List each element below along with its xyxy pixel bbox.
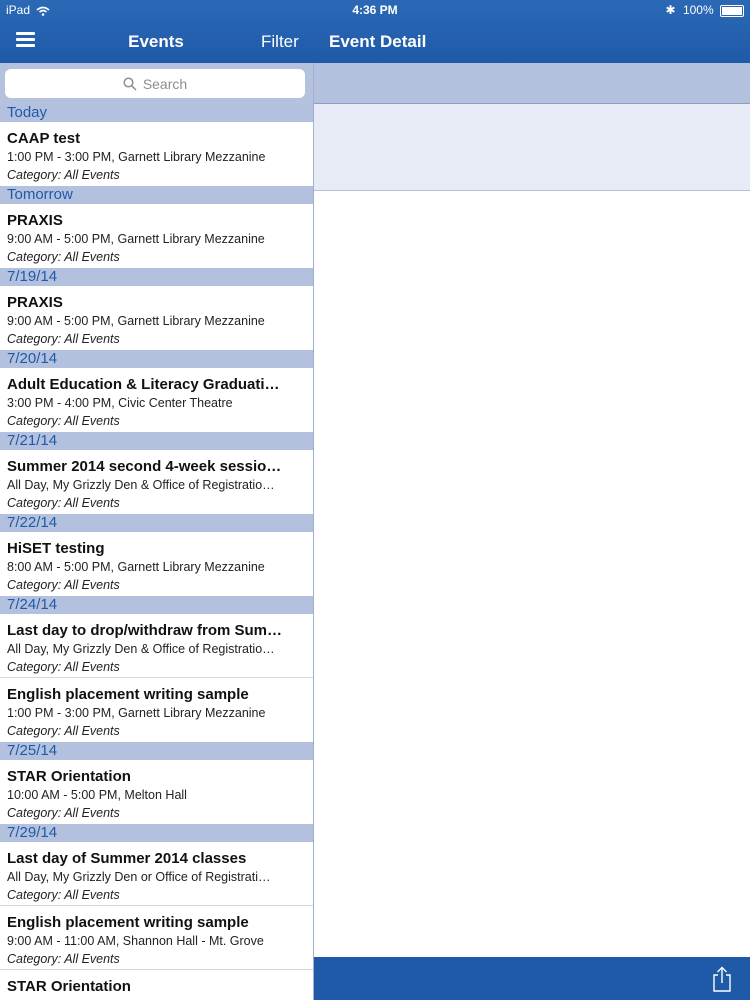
event-title: STAR Orientation: [7, 768, 131, 785]
event-row[interactable]: STAR Orientation 10:00 AM - 5:00 PM, Melt…: [0, 760, 313, 824]
event-time-location: 3:00 PM - 4:00 PM, Civic Center Theatre: [7, 396, 233, 410]
battery-icon: [720, 4, 744, 17]
status-battery: ✱ 100%: [666, 3, 744, 17]
event-category: Category: All Events: [7, 332, 120, 346]
event-category: Category: All Events: [7, 414, 120, 428]
event-time-location: 10:00 AM - 5:00 PM, Melton Hall: [7, 788, 187, 802]
event-time-location: 9:00 AM - 5:00 PM, Garnett Library Mezza…: [7, 314, 265, 328]
search-input[interactable]: Search: [5, 69, 305, 98]
event-time-location: 8:00 AM - 5:00 PM, Garnett Library Mezza…: [7, 560, 265, 574]
bluetooth-icon: ✱: [665, 3, 676, 17]
section-header: Today: [0, 104, 313, 122]
battery-percent: 100%: [682, 3, 714, 17]
event-title: Last day to drop/withdraw from Sum…: [7, 622, 283, 639]
event-category: Category: All Events: [7, 660, 120, 674]
detail-toolbar: [314, 957, 750, 1000]
event-title: CAAP test: [7, 130, 81, 147]
event-category: Category: All Events: [7, 888, 120, 902]
top-bar: iPad 4:36 PM ✱ 100% Events Filter Event …: [0, 0, 750, 63]
event-title: PRAXIS: [7, 212, 63, 229]
event-row[interactable]: PRAXIS 9:00 AM - 5:00 PM, Garnett Library…: [0, 204, 313, 268]
event-row[interactable]: HiSET testing 8:00 AM - 5:00 PM, Garnett …: [0, 532, 313, 596]
event-title: Summer 2014 second 4-week sessio…: [7, 458, 282, 475]
event-row[interactable]: PRAXIS 9:00 AM - 5:00 PM, Garnett Library…: [0, 286, 313, 350]
event-title: STAR Orientation: [7, 978, 131, 995]
event-category: Category: All Events: [7, 952, 120, 966]
section-header: 7/22/14: [0, 514, 313, 532]
event-time-location: 9:00 AM - 11:00 AM, Shannon Hall - Mt. G…: [7, 934, 264, 948]
event-detail-title: Event Detail: [329, 32, 427, 51]
search-placeholder: Search: [142, 75, 188, 92]
section-header: 7/29/14: [0, 824, 313, 842]
event-title: Adult Education & Literacy Graduati…: [7, 376, 280, 393]
event-category: Category: All Events: [7, 724, 120, 738]
event-time-location: 1:00 PM - 3:00 PM, Garnett Library Mezza…: [7, 706, 266, 720]
event-title: Last day of Summer 2014 classes: [7, 850, 247, 867]
event-category: Category: All Events: [7, 806, 120, 820]
event-category: Category: All Events: [7, 496, 120, 510]
event-category: Category: All Events: [7, 250, 120, 264]
event-title: English placement writing sample: [7, 686, 249, 703]
detail-header-band: [314, 63, 750, 104]
event-category: Category: All Events: [7, 578, 120, 592]
event-row[interactable]: Summer 2014 second 4-week sessio… All Day…: [0, 450, 313, 514]
section-header: 7/19/14: [0, 268, 313, 286]
filter-button[interactable]: Filter: [261, 32, 299, 52]
section-header: 7/24/14: [0, 596, 313, 614]
event-time-location: All Day, My Grizzly Den & Office of Regi…: [7, 642, 275, 656]
detail-info-band: [314, 104, 750, 191]
event-list[interactable]: Today CAAP test 1:00 PM - 3:00 PM, Garnett…: [0, 104, 313, 1000]
section-header: 7/25/14: [0, 742, 313, 760]
event-category: Category: All Events: [7, 168, 120, 182]
search-icon: [123, 76, 137, 91]
event-row[interactable]: STAR Orientation: [0, 970, 313, 1000]
event-title: English placement writing sample: [7, 914, 249, 931]
event-title: HiSET testing: [7, 540, 105, 557]
section-header: Tomorrow: [0, 186, 313, 204]
split-divider: [313, 63, 314, 1000]
event-row[interactable]: English placement writing sample 9:00 AM …: [0, 906, 313, 970]
event-row[interactable]: English placement writing sample 1:00 PM …: [0, 678, 313, 742]
event-time-location: 1:00 PM - 3:00 PM, Garnett Library Mezza…: [7, 150, 266, 164]
event-time-location: All Day, My Grizzly Den & Office of Regi…: [7, 478, 275, 492]
status-time: 4:36 PM: [352, 3, 398, 17]
event-row[interactable]: Last day of Summer 2014 classes All Day, …: [0, 842, 313, 906]
nav-bar: Events Filter Event Detail: [0, 24, 750, 62]
event-row[interactable]: Last day to drop/withdraw from Sum… All D…: [0, 614, 313, 678]
section-header: 7/20/14: [0, 350, 313, 368]
event-row[interactable]: Adult Education & Literacy Graduati… 3:00…: [0, 368, 313, 432]
section-header: 7/21/14: [0, 432, 313, 450]
share-icon[interactable]: [712, 966, 732, 992]
event-row[interactable]: CAAP test 1:00 PM - 3:00 PM, Garnett Libr…: [0, 122, 313, 186]
event-time-location: 9:00 AM - 5:00 PM, Garnett Library Mezza…: [7, 232, 265, 246]
search-bar: Search: [0, 63, 313, 104]
event-title: PRAXIS: [7, 294, 63, 311]
event-time-location: All Day, My Grizzly Den or Office of Reg…: [7, 870, 271, 884]
